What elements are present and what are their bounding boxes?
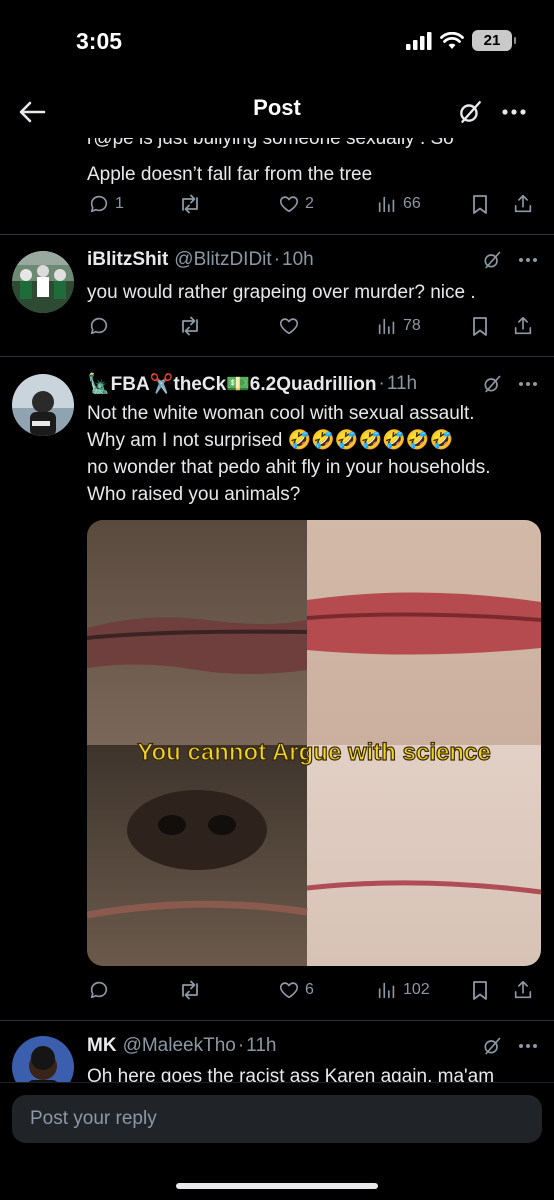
post-text: you would rather grapeing over murder? n… xyxy=(87,282,476,303)
post-header-icons xyxy=(482,250,538,270)
post-header: MK @MaleekTho · 11h xyxy=(87,1035,277,1057)
reply-button[interactable] xyxy=(88,974,110,1006)
reply-bar: Post your reply xyxy=(0,1082,554,1200)
post-image[interactable]: You cannot Argue with science xyxy=(87,520,541,966)
views-icon xyxy=(378,982,395,999)
heart-icon xyxy=(279,196,299,213)
battery-icon: 21 xyxy=(472,30,516,51)
avatar[interactable] xyxy=(12,1036,74,1082)
back-button[interactable] xyxy=(14,94,50,130)
avatar-image xyxy=(12,251,74,313)
post-header: 🗽FBA✂️theCk💵6.2Quadrillion · 11h xyxy=(87,372,418,396)
bookmark-icon xyxy=(473,317,487,336)
share-icon xyxy=(514,316,532,335)
bookmark-button[interactable] xyxy=(470,188,490,220)
repost-icon xyxy=(182,194,198,214)
post-thread[interactable]: r@pe is just bullying someone sexually .… xyxy=(0,130,554,1082)
post-text: Not the white woman cool with sexual ass… xyxy=(87,403,491,505)
more-dots-icon xyxy=(502,109,526,115)
post-text: Oh here goes the racist ass Karen again.… xyxy=(87,1066,495,1082)
avatar[interactable] xyxy=(12,251,74,313)
divider xyxy=(0,1020,554,1021)
grok-icon[interactable] xyxy=(482,250,502,270)
reply-post[interactable]: r@pe is just bullying someone sexually .… xyxy=(0,130,554,234)
top-nav-bar: Post xyxy=(0,86,554,138)
more-dots-icon[interactable] xyxy=(518,1043,538,1049)
comment-icon xyxy=(90,981,108,999)
divider xyxy=(0,356,554,357)
comment-icon xyxy=(90,195,108,213)
bookmark-icon xyxy=(473,195,487,214)
avatar-image xyxy=(12,374,74,436)
share-button[interactable] xyxy=(512,974,534,1006)
post-actions: 6 102 xyxy=(88,974,538,1006)
timestamp[interactable]: 11h xyxy=(246,1035,276,1057)
like-button[interactable]: 2 xyxy=(278,188,314,220)
status-icons: 21 xyxy=(406,30,516,51)
grok-icon[interactable] xyxy=(482,1036,502,1056)
heart-icon xyxy=(279,982,299,999)
display-name[interactable]: 🗽FBA✂️theCk💵6.2Quadrillion xyxy=(87,372,377,396)
username[interactable]: @MaleekTho xyxy=(123,1035,236,1057)
bookmark-button[interactable] xyxy=(470,974,490,1006)
grok-icon[interactable] xyxy=(482,374,502,394)
views-icon xyxy=(378,196,395,213)
more-dots-icon[interactable] xyxy=(518,381,538,387)
post-text: r@pe is just bullying someone sexually .… xyxy=(87,134,454,185)
timestamp[interactable]: 11h xyxy=(387,373,417,395)
grok-icon xyxy=(460,101,481,123)
post-actions: 1 2 66 xyxy=(88,188,538,220)
reply-button[interactable] xyxy=(88,310,110,342)
views-button[interactable]: 78 xyxy=(376,310,421,342)
bookmark-button[interactable] xyxy=(470,310,490,342)
wifi-icon xyxy=(440,31,464,49)
views-button[interactable]: 102 xyxy=(376,974,430,1006)
share-icon xyxy=(514,980,532,999)
repost-button[interactable] xyxy=(178,974,202,1006)
username[interactable]: @BlitzDIDit xyxy=(174,249,271,271)
views-button[interactable]: 66 xyxy=(376,188,421,220)
grok-button[interactable] xyxy=(452,94,488,130)
signal-icon xyxy=(406,31,432,50)
avatar-image xyxy=(12,1036,74,1082)
views-icon xyxy=(378,318,395,335)
home-indicator[interactable] xyxy=(176,1183,378,1189)
post-actions: 78 xyxy=(88,310,538,342)
post-header: iBlitzShit @BlitzDIDit · 10h xyxy=(87,249,314,271)
like-button[interactable]: 6 xyxy=(278,974,314,1006)
repost-button[interactable] xyxy=(178,310,202,342)
status-bar: 3:05 21 xyxy=(0,0,554,86)
share-icon xyxy=(514,194,532,213)
more-dots-icon[interactable] xyxy=(518,257,538,263)
share-button[interactable] xyxy=(512,310,534,342)
avatar[interactable] xyxy=(12,374,74,436)
display-name[interactable]: MK xyxy=(87,1035,117,1057)
arrow-left-icon xyxy=(19,101,46,123)
meme-image: You cannot Argue with science xyxy=(87,520,541,966)
repost-icon xyxy=(182,980,198,1000)
heart-icon xyxy=(279,318,299,335)
divider xyxy=(0,234,554,235)
timestamp[interactable]: 10h xyxy=(282,249,314,271)
reply-button[interactable]: 1 xyxy=(88,188,124,220)
bookmark-icon xyxy=(473,981,487,1000)
share-button[interactable] xyxy=(512,188,534,220)
repost-button[interactable] xyxy=(178,188,202,220)
repost-icon xyxy=(182,316,198,336)
comment-icon xyxy=(90,317,108,335)
display-name[interactable]: iBlitzShit xyxy=(87,249,168,271)
image-caption: You cannot Argue with science xyxy=(137,739,490,766)
like-button[interactable] xyxy=(278,310,300,342)
status-time: 3:05 xyxy=(76,28,123,54)
more-button[interactable] xyxy=(496,94,532,130)
post-header-icons xyxy=(482,1036,538,1056)
post-header-icons xyxy=(482,374,538,394)
reply-input[interactable]: Post your reply xyxy=(12,1095,542,1143)
